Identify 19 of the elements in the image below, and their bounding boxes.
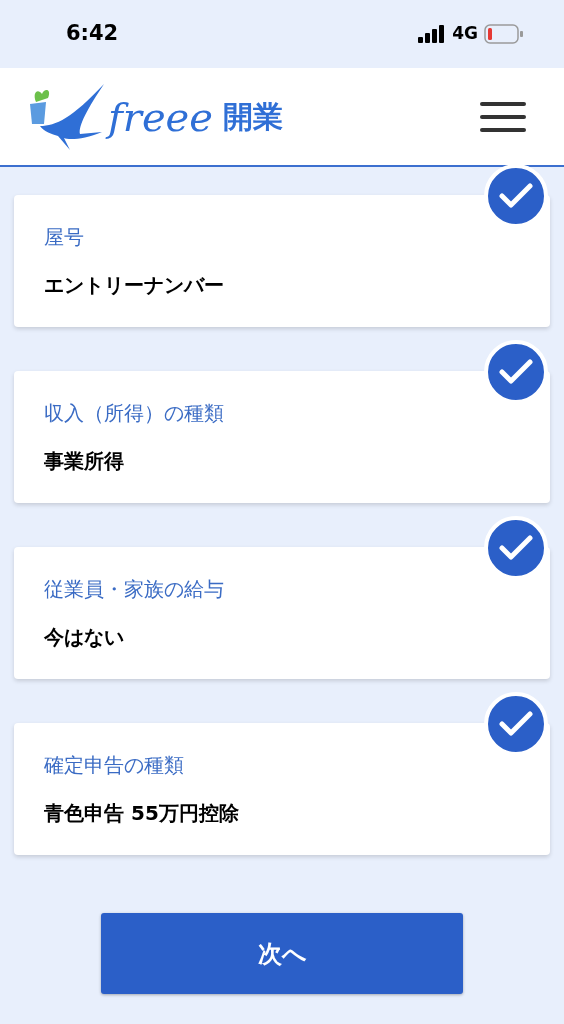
card-label: 従業員・家族の給与 <box>44 576 225 603</box>
brand-suffix: 開業 <box>222 98 283 136</box>
battery-icon <box>484 24 524 44</box>
card-value: エントリーナンバー <box>44 272 225 299</box>
summary-card[interactable]: 従業員・家族の給与 今はない <box>14 547 550 679</box>
network-type: 4G <box>452 22 478 46</box>
signal-icon <box>418 25 447 43</box>
summary-card[interactable]: 確定申告の種類 青色申告 55万円控除 <box>14 723 550 855</box>
card-value: 事業所得 <box>44 448 125 475</box>
summary-card[interactable]: 屋号 エントリーナンバー <box>14 195 550 327</box>
menu-button[interactable] <box>480 101 526 132</box>
card-value: 今はない <box>44 624 125 651</box>
summary-card[interactable]: 収入（所得）の種類 事業所得 <box>14 371 550 503</box>
card-label: 屋号 <box>44 224 85 251</box>
status-time: 6:42 <box>66 20 119 48</box>
card-label: 収入（所得）の種類 <box>44 400 225 427</box>
card-label: 確定申告の種類 <box>44 752 185 779</box>
next-button[interactable]: 次へ <box>101 913 463 994</box>
card-value: 青色申告 55万円控除 <box>44 800 240 827</box>
